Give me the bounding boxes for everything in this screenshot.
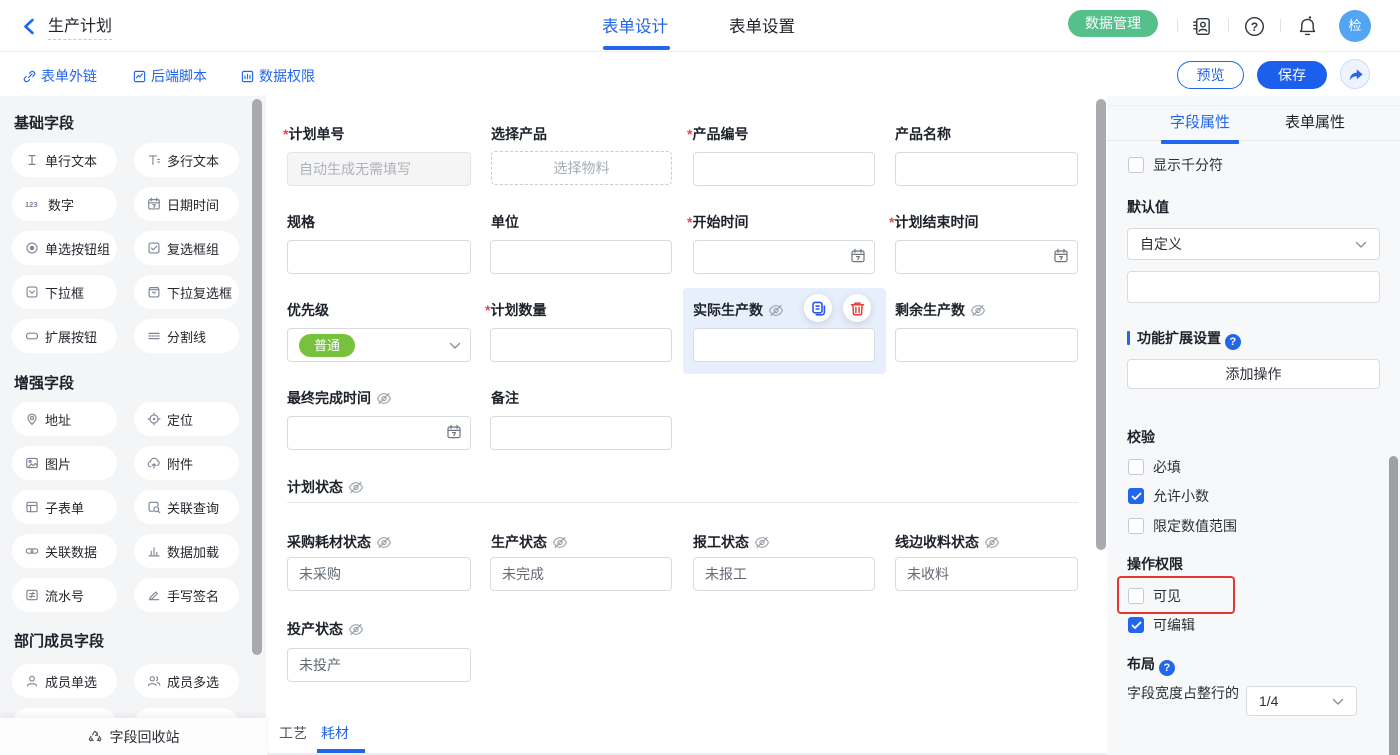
svg-text:?: ? bbox=[1251, 20, 1258, 34]
svg-text:123: 123 bbox=[25, 200, 38, 209]
